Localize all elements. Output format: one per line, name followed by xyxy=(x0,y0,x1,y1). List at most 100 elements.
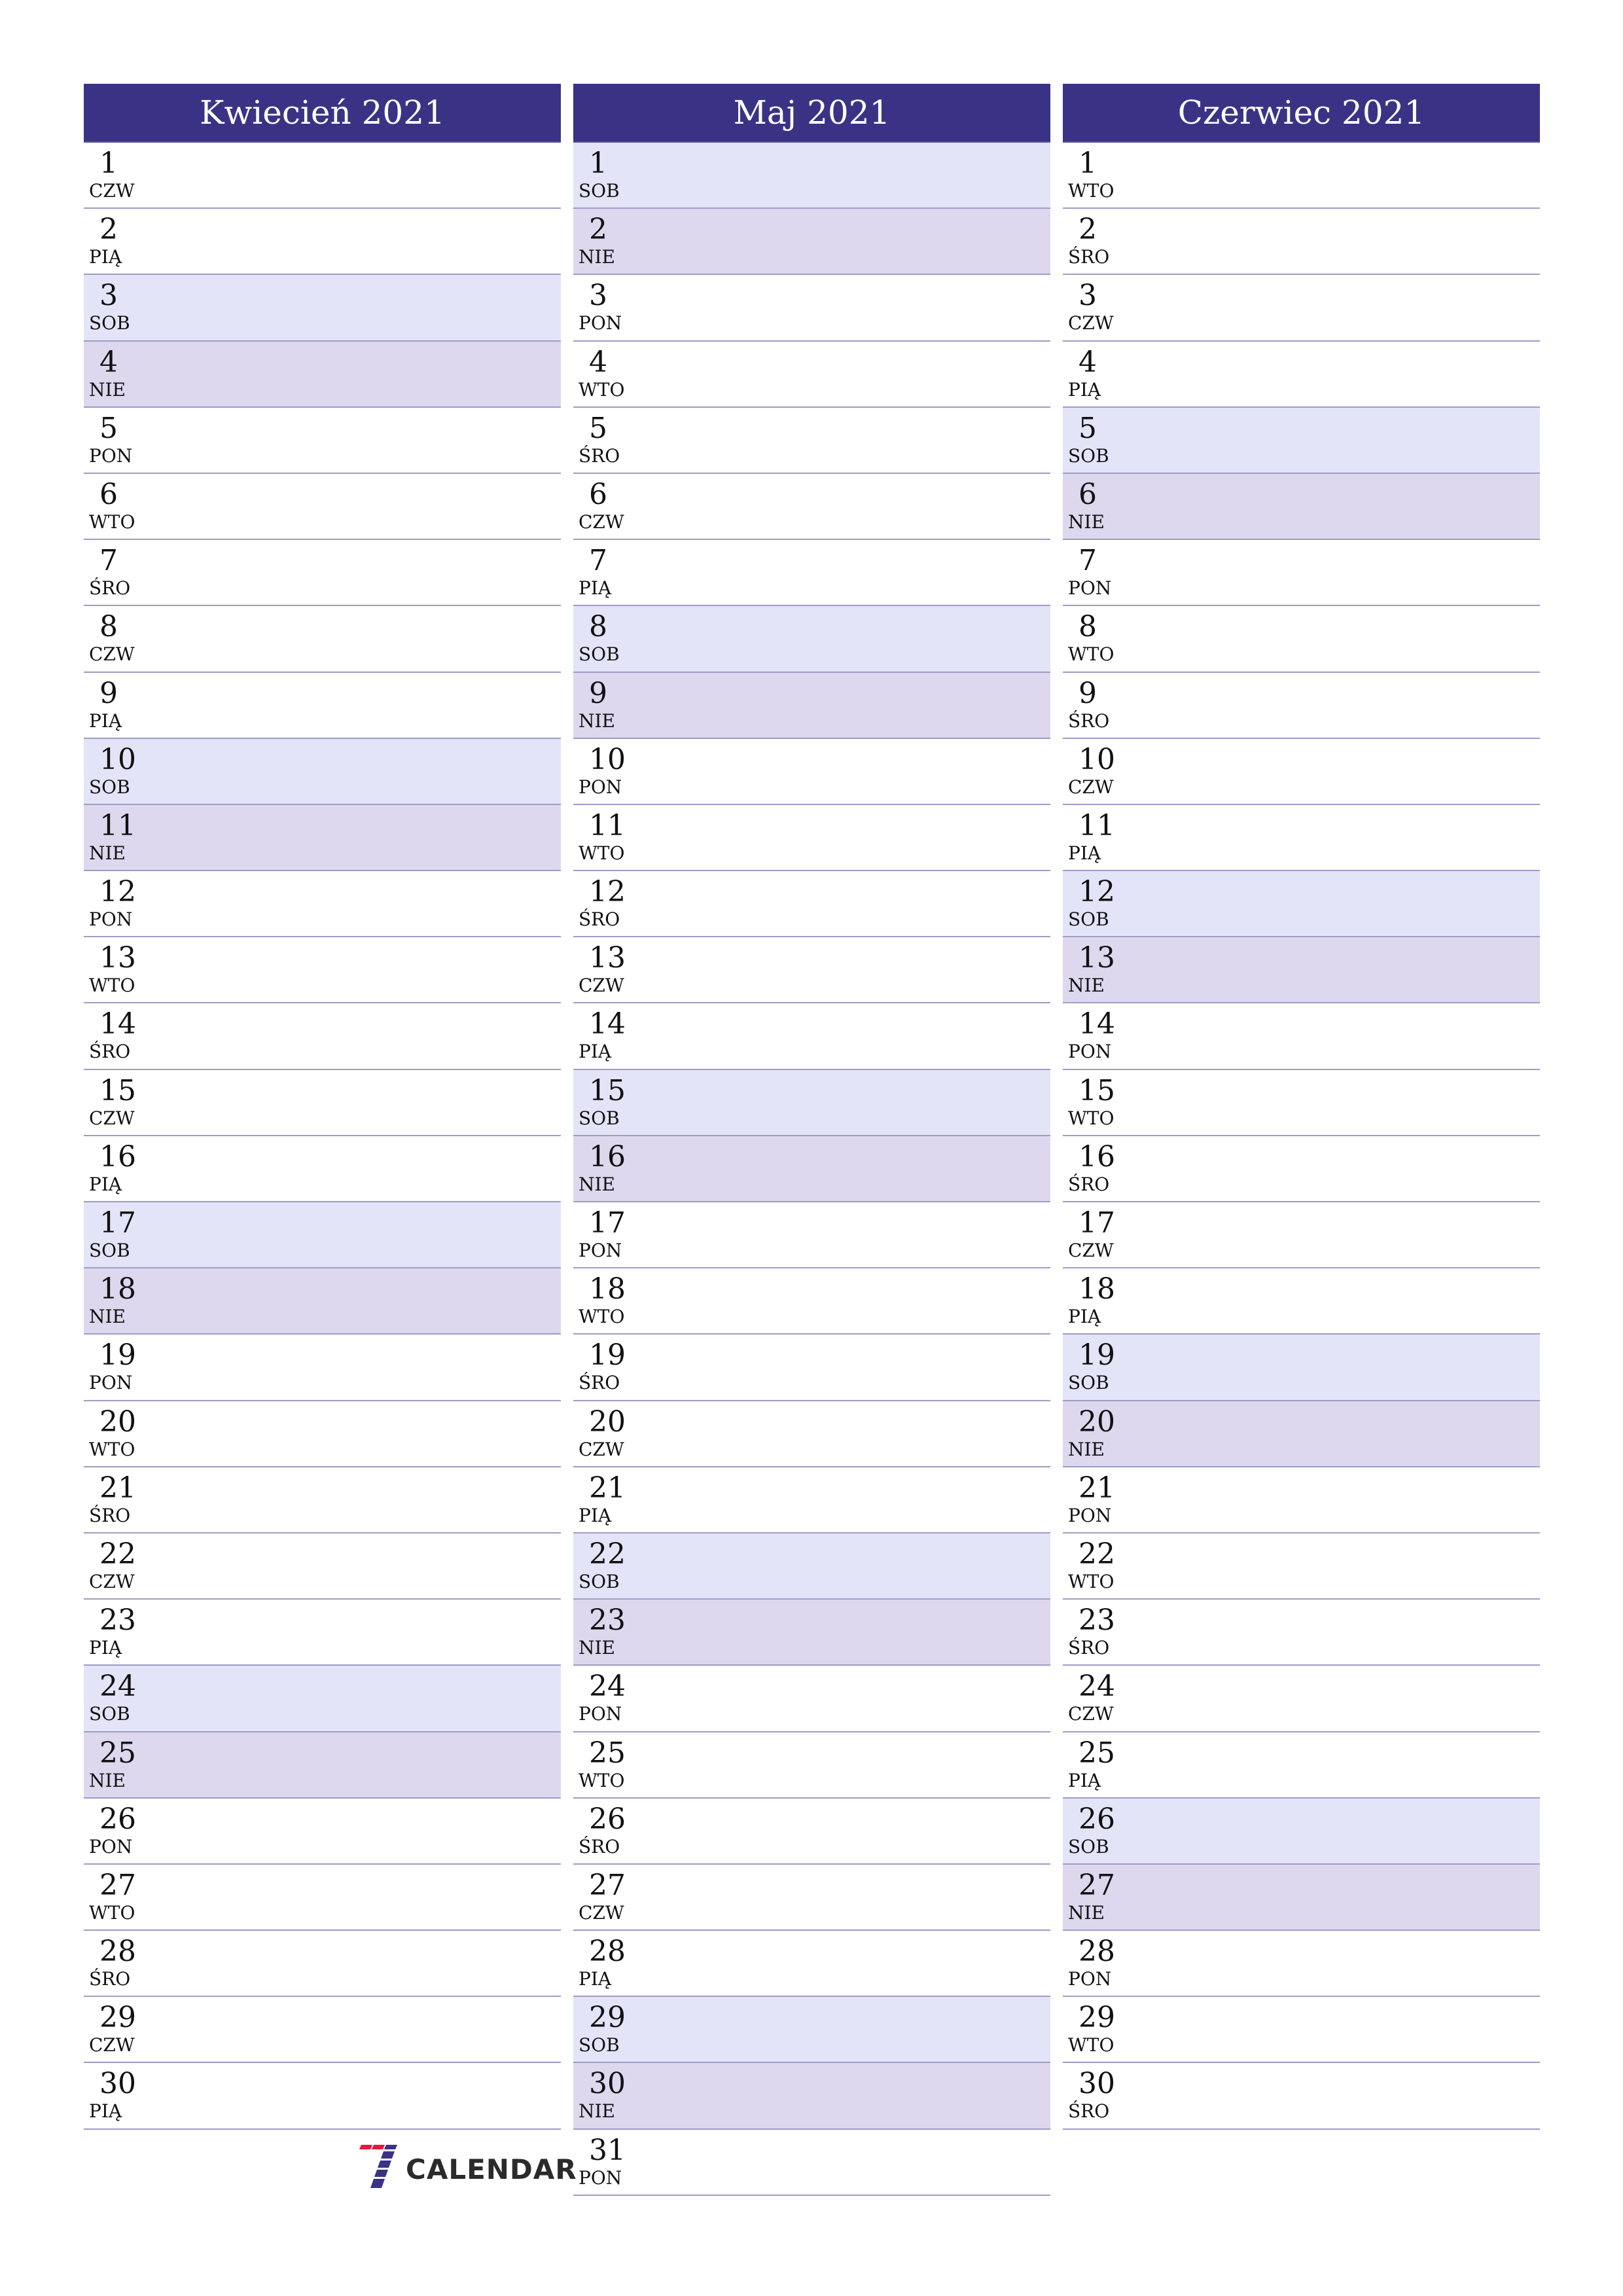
logo-stem-segment xyxy=(381,2151,395,2159)
day-row: 7 PIĄ xyxy=(573,540,1050,607)
weekday-label: SOB xyxy=(1068,444,1109,467)
day-row: 23 ŚRO xyxy=(1063,1600,1540,1666)
day-row: 2 ŚRO xyxy=(1063,209,1540,276)
day-row: 17 CZW xyxy=(1063,1202,1540,1269)
day-number: 24 xyxy=(99,1670,136,1704)
day-number: 24 xyxy=(589,1670,626,1704)
weekday-label: WTO xyxy=(579,842,625,864)
day-row: 19 ŚRO xyxy=(573,1335,1050,1401)
day-row: 5 PON xyxy=(84,407,561,474)
logo-top-segment xyxy=(359,2145,372,2149)
day-row: 22 CZW xyxy=(84,1533,561,1600)
weekday-label: WTO xyxy=(1068,2034,1115,2056)
day-number: 21 xyxy=(1079,1471,1115,1505)
day-number: 18 xyxy=(99,1272,136,1306)
weekday-label: PIĄ xyxy=(89,709,122,732)
weekday-label: WTO xyxy=(1068,643,1115,666)
day-row: 19 PON xyxy=(84,1335,561,1401)
day-number: 12 xyxy=(589,875,626,909)
day-row: 29 WTO xyxy=(1063,1997,1540,2064)
weekday-label: WTO xyxy=(579,1306,625,1328)
day-row: 25 PIĄ xyxy=(1063,1732,1540,1799)
day-row: 29 SOB xyxy=(573,1997,1050,2064)
day-number: 23 xyxy=(1079,1604,1115,1638)
day-row: 18 WTO xyxy=(573,1268,1050,1335)
weekday-label: ŚRO xyxy=(1068,2100,1110,2123)
day-number: 28 xyxy=(589,1935,626,1969)
day-number: 25 xyxy=(1079,1736,1115,1770)
day-number: 24 xyxy=(1079,1670,1115,1704)
day-number: 18 xyxy=(1079,1272,1115,1306)
weekday-label: SOB xyxy=(579,2034,620,2056)
day-number: 27 xyxy=(99,1868,136,1902)
day-number: 30 xyxy=(1079,2067,1115,2101)
day-number: 31 xyxy=(589,2133,626,2167)
weekday-label: PON xyxy=(89,908,133,931)
day-number: 11 xyxy=(1079,808,1115,842)
weekday-label: WTO xyxy=(1068,180,1115,202)
day-number: 16 xyxy=(589,1139,626,1174)
weekday-label: SOB xyxy=(579,1570,620,1592)
weekday-label: NIE xyxy=(89,842,126,864)
logo-stem-segment xyxy=(378,2161,391,2168)
weekday-label: SOB xyxy=(579,180,620,202)
day-number: 22 xyxy=(99,1537,136,1571)
weekday-label: SOB xyxy=(89,312,130,334)
day-row: 1 SOB xyxy=(573,143,1050,209)
day-row: 28 ŚRO xyxy=(84,1931,561,1998)
day-row: 25 NIE xyxy=(84,1732,561,1799)
day-number: 21 xyxy=(589,1471,626,1505)
weekday-label: PIĄ xyxy=(89,2100,122,2123)
day-number: 11 xyxy=(589,808,626,842)
day-number: 27 xyxy=(1079,1868,1115,1902)
day-row: 11 WTO xyxy=(573,804,1050,872)
day-number: 2 xyxy=(589,213,607,247)
weekday-label: WTO xyxy=(1068,1570,1115,1592)
weekday-label: ŚRO xyxy=(579,1372,620,1394)
day-number: 9 xyxy=(589,676,607,710)
weekday-label: NIE xyxy=(1068,1438,1105,1460)
day-row: 10 SOB xyxy=(84,738,561,805)
day-number: 12 xyxy=(1079,875,1115,909)
day-row: 22 WTO xyxy=(1063,1533,1540,1600)
month-header: Kwiecień 2021 xyxy=(84,84,561,143)
weekday-label: PIĄ xyxy=(1068,378,1101,401)
day-number: 21 xyxy=(99,1471,136,1505)
day-number: 3 xyxy=(99,279,118,313)
day-row: 23 NIE xyxy=(573,1600,1050,1666)
day-number: 9 xyxy=(1079,676,1097,710)
day-number: 6 xyxy=(99,477,118,511)
weekday-label: NIE xyxy=(579,1637,615,1659)
month-header: Maj 2021 xyxy=(573,84,1050,143)
day-row: 16 PIĄ xyxy=(84,1136,561,1202)
weekday-label: WTO xyxy=(579,1769,625,1791)
day-number: 20 xyxy=(589,1405,626,1439)
day-row: 26 PON xyxy=(84,1798,561,1865)
weekday-label: NIE xyxy=(1068,511,1105,533)
day-number: 20 xyxy=(99,1405,136,1439)
weekday-label: CZW xyxy=(89,643,135,666)
day-number: 5 xyxy=(99,411,118,445)
day-number: 10 xyxy=(99,742,136,776)
weekday-label: CZW xyxy=(579,511,624,533)
day-row: 1 CZW xyxy=(84,143,561,209)
weekday-label: WTO xyxy=(1068,1107,1115,1129)
day-row: 27 WTO xyxy=(84,1864,561,1931)
day-number: 13 xyxy=(99,941,136,975)
weekday-label: NIE xyxy=(579,2100,615,2123)
weekday-label: PON xyxy=(579,1703,622,1725)
day-row: 18 PIĄ xyxy=(1063,1268,1540,1335)
weekday-label: NIE xyxy=(579,1173,615,1195)
day-number: 10 xyxy=(1079,742,1115,776)
day-number: 16 xyxy=(99,1139,136,1174)
day-number: 25 xyxy=(99,1736,136,1770)
weekday-label: ŚRO xyxy=(89,577,131,600)
day-number: 22 xyxy=(589,1537,626,1571)
weekday-label: PIĄ xyxy=(89,1637,122,1659)
weekday-label: ŚRO xyxy=(579,908,620,931)
day-number: 26 xyxy=(1079,1802,1115,1836)
day-number: 18 xyxy=(589,1272,626,1306)
weekday-label: SOB xyxy=(89,776,130,798)
logo-stem-segment xyxy=(374,2170,388,2177)
day-row: 9 PIĄ xyxy=(84,672,561,739)
